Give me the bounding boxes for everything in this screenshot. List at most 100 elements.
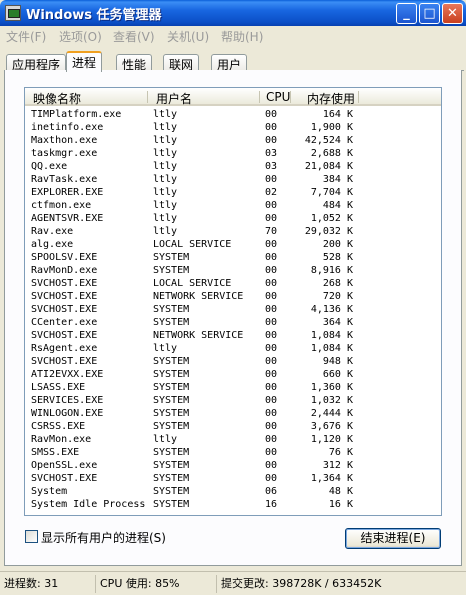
table-row[interactable]: RavMon.exe ltly 00 1,120 K (25, 433, 441, 446)
show-all-users-label[interactable]: 显示所有用户的进程(S) (41, 529, 166, 546)
column-divider[interactable] (290, 91, 291, 103)
show-all-users-checkbox[interactable] (25, 530, 38, 543)
process-cpu-cell: 03 (265, 148, 278, 159)
process-memory-cell: 2,444 K (310, 408, 353, 419)
table-row[interactable]: ATI2EVXX.EXE SYSTEM 00 660 K (25, 368, 441, 381)
process-name-cell: RavMon.exe (31, 434, 92, 445)
process-user-cell: SYSTEM (153, 473, 190, 484)
table-row[interactable]: inetinfo.exe ltly 00 1,900 K (25, 121, 441, 134)
table-row[interactable]: System SYSTEM 06 48 K (25, 485, 441, 498)
table-row[interactable]: TIMPlatform.exe ltly 00 164 K (25, 108, 441, 121)
table-row[interactable]: SVCHOST.EXE SYSTEM 00 1,364 K (25, 472, 441, 485)
process-cpu-cell: 00 (265, 265, 278, 276)
process-user-cell: ltly (153, 434, 178, 445)
process-cpu-cell: 00 (265, 356, 278, 367)
process-user-cell: ltly (153, 200, 178, 211)
process-cpu-cell: 00 (265, 369, 278, 380)
column-divider[interactable] (147, 91, 148, 103)
process-cpu-cell: 00 (265, 408, 278, 419)
table-row[interactable]: RavTask.exe ltly 00 384 K (25, 173, 441, 186)
title-bar[interactable]: Windows 任务管理器 _ □ ✕ (0, 0, 466, 26)
table-row[interactable]: RavMonD.exe SYSTEM 00 8,916 K (25, 264, 441, 277)
table-row[interactable]: Rav.exe ltly 70 29,032 K (25, 225, 441, 238)
minimize-button[interactable]: _ (396, 3, 417, 24)
process-name-cell: taskmgr.exe (31, 148, 98, 159)
process-cpu-cell: 00 (265, 434, 278, 445)
process-user-cell: ltly (153, 109, 178, 120)
column-memory[interactable]: 内存使用 (307, 90, 355, 107)
process-memory-cell: 660 K (322, 369, 353, 380)
table-row[interactable]: SERVICES.EXE SYSTEM 00 1,032 K (25, 394, 441, 407)
process-name-cell: RsAgent.exe (31, 343, 98, 354)
menu-file[interactable]: 文件(F) (6, 28, 46, 45)
menu-view[interactable]: 查看(V) (113, 28, 155, 45)
column-divider[interactable] (259, 91, 260, 103)
table-row[interactable]: alg.exe LOCAL SERVICE 00 200 K (25, 238, 441, 251)
process-memory-cell: 21,084 K (304, 161, 353, 172)
process-cpu-cell: 00 (265, 395, 278, 406)
table-row[interactable]: WINLOGON.EXE SYSTEM 00 2,444 K (25, 407, 441, 420)
column-image-name[interactable]: 映像名称 (33, 90, 81, 107)
process-memory-cell: 364 K (322, 317, 353, 328)
process-cpu-cell: 00 (265, 122, 278, 133)
table-row[interactable]: LSASS.EXE SYSTEM 00 1,360 K (25, 381, 441, 394)
process-name-cell: alg.exe (31, 239, 74, 250)
column-user-name[interactable]: 用户名 (156, 90, 192, 107)
column-divider[interactable] (358, 91, 359, 103)
process-memory-cell: 200 K (322, 239, 353, 250)
menu-options[interactable]: 选项(O) (59, 28, 102, 45)
table-row[interactable]: RsAgent.exe ltly 00 1,084 K (25, 342, 441, 355)
tab-applications[interactable]: 应用程序 (6, 54, 67, 72)
process-cpu-cell: 00 (265, 252, 278, 263)
process-cpu-cell: 00 (265, 304, 278, 315)
table-row[interactable]: CCenter.exe SYSTEM 00 364 K (25, 316, 441, 329)
menu-help[interactable]: 帮助(H) (221, 28, 263, 45)
process-name-cell: System (31, 486, 68, 497)
end-process-button[interactable]: 结束进程(E) (345, 528, 441, 549)
tab-performance[interactable]: 性能 (116, 54, 153, 72)
process-cpu-cell: 00 (265, 382, 278, 393)
maximize-button[interactable]: □ (419, 3, 440, 24)
process-user-cell: ltly (153, 213, 178, 224)
process-memory-cell: 2,688 K (310, 148, 353, 159)
process-cpu-cell: 03 (265, 161, 278, 172)
table-row[interactable]: Maxthon.exe ltly 00 42,524 K (25, 134, 441, 147)
table-row[interactable]: SMSS.EXE SYSTEM 00 76 K (25, 446, 441, 459)
table-row[interactable]: SVCHOST.EXE SYSTEM 00 948 K (25, 355, 441, 368)
process-cpu-cell: 00 (265, 200, 278, 211)
table-row[interactable]: EXPLORER.EXE ltly 02 7,704 K (25, 186, 441, 199)
table-row[interactable]: SVCHOST.EXE SYSTEM 00 4,136 K (25, 303, 441, 316)
table-row[interactable]: SPOOLSV.EXE SYSTEM 00 528 K (25, 251, 441, 264)
process-cpu-cell: 00 (265, 109, 278, 120)
window-title: Windows 任务管理器 (26, 8, 162, 23)
table-row[interactable]: SVCHOST.EXE NETWORK SERVICE 00 720 K (25, 290, 441, 303)
tab-users[interactable]: 用户 (211, 54, 248, 72)
table-row[interactable]: taskmgr.exe ltly 03 2,688 K (25, 147, 441, 160)
status-commit-charge: 提交更改: 398728K / 633452K (216, 575, 381, 593)
process-user-cell: SYSTEM (153, 317, 190, 328)
process-cpu-cell: 06 (265, 486, 278, 497)
close-button[interactable]: ✕ (442, 3, 463, 24)
table-row[interactable]: SVCHOST.EXE NETWORK SERVICE 00 1,084 K (25, 329, 441, 342)
process-cpu-cell: 70 (265, 226, 278, 237)
table-row[interactable]: CSRSS.EXE SYSTEM 00 3,676 K (25, 420, 441, 433)
table-row[interactable]: OpenSSL.exe SYSTEM 00 312 K (25, 459, 441, 472)
process-list[interactable]: 映像名称 用户名 CPU 内存使用 TIMPlatform.exe ltly 00 1… (24, 87, 442, 516)
table-row[interactable]: ctfmon.exe ltly 00 484 K (25, 199, 441, 212)
process-name-cell: SVCHOST.EXE (31, 278, 98, 289)
process-name-cell: SVCHOST.EXE (31, 304, 98, 315)
table-row[interactable]: System Idle Process SYSTEM 16 16 K (25, 498, 441, 511)
menu-bar: 文件(F) 选项(O) 查看(V) 关机(U) 帮助(H) (0, 26, 466, 46)
process-memory-cell: 29,032 K (304, 226, 353, 237)
tab-networking[interactable]: 联网 (163, 54, 200, 72)
column-cpu[interactable]: CPU (266, 90, 290, 104)
table-row[interactable]: QQ.exe ltly 03 21,084 K (25, 160, 441, 173)
process-user-cell: SYSTEM (153, 486, 190, 497)
menu-shutdown[interactable]: 关机(U) (167, 28, 209, 45)
table-row[interactable]: AGENTSVR.EXE ltly 00 1,052 K (25, 212, 441, 225)
process-memory-cell: 76 K (328, 447, 353, 458)
table-row[interactable]: SVCHOST.EXE LOCAL SERVICE 00 268 K (25, 277, 441, 290)
tab-processes[interactable]: 进程 (66, 51, 103, 72)
process-name-cell: WINLOGON.EXE (31, 408, 104, 419)
process-cpu-cell: 00 (265, 317, 278, 328)
